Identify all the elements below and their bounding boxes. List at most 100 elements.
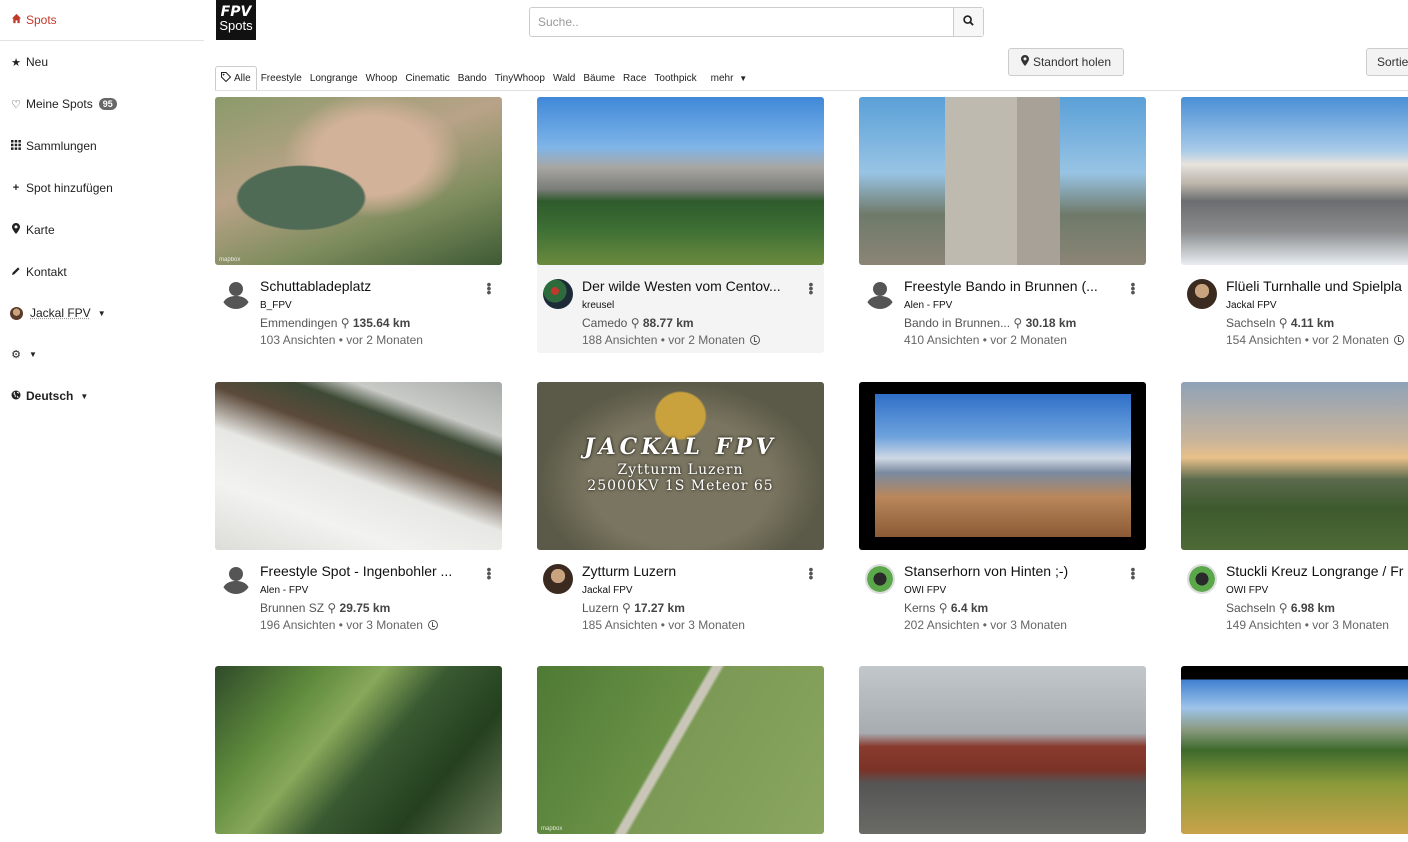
- spot-author[interactable]: Jackal FPV: [1226, 300, 1277, 311]
- tag-wald[interactable]: Wald: [549, 73, 579, 84]
- more-vertical-icon[interactable]: • • •: [483, 562, 495, 584]
- spot-card[interactable]: Stanserhorn von Hinten ;-) • • • OWI FPV K…: [859, 382, 1146, 638]
- spot-author[interactable]: kreusel: [582, 300, 614, 311]
- user-avatar[interactable]: [865, 564, 895, 594]
- spot-card[interactable]: Stuckli Kreuz Longrange / Fr OWI FPV Sac…: [1181, 382, 1408, 638]
- spot-thumbnail[interactable]: mapbox: [537, 666, 824, 834]
- spot-card[interactable]: [1181, 666, 1408, 842]
- sidebar-item-collections[interactable]: Sammlungen: [10, 139, 97, 153]
- spot-thumbnail[interactable]: JACKAL FPV Zytturm Luzern 25000KV 1S Met…: [537, 382, 824, 550]
- tag-race[interactable]: Race: [619, 73, 650, 84]
- user-avatar[interactable]: [543, 564, 573, 594]
- sidebar-item-label: Sammlungen: [26, 139, 97, 153]
- spot-author[interactable]: Alen - FPV: [904, 300, 952, 311]
- search-button[interactable]: [953, 8, 983, 36]
- spot-author[interactable]: OWI FPV: [1226, 585, 1268, 596]
- spot-title[interactable]: Freestyle Bando in Brunnen (...: [904, 278, 1109, 294]
- spot-title[interactable]: Freestyle Spot - Ingenbohler ...: [260, 563, 465, 579]
- spot-title[interactable]: Zytturm Luzern: [582, 563, 787, 579]
- tag-baeume[interactable]: Bäume: [579, 73, 619, 84]
- default-avatar-icon[interactable]: [221, 279, 251, 309]
- spot-card[interactable]: Freestyle Spot - Ingenbohler ... • • • Ale…: [215, 382, 502, 638]
- sidebar-item-contact[interactable]: Kontakt: [10, 265, 67, 279]
- sidebar-item-add-spot[interactable]: + Spot hinzufügen: [10, 181, 113, 195]
- map-pin-icon: ⚲: [630, 316, 640, 330]
- spot-card[interactable]: JACKAL FPV Zytturm Luzern 25000KV 1S Met…: [537, 382, 824, 638]
- pencil-icon: [10, 266, 22, 279]
- tag-toothpick[interactable]: Toothpick: [650, 73, 700, 84]
- sidebar-item-map[interactable]: Karte: [10, 223, 55, 237]
- tag-cinematic[interactable]: Cinematic: [401, 73, 453, 84]
- more-vertical-icon[interactable]: • • •: [1127, 562, 1139, 584]
- spot-card[interactable]: Flüeli Turnhalle und Spielpla Jackal FPV…: [1181, 97, 1408, 353]
- spot-card[interactable]: [215, 666, 502, 842]
- more-vertical-icon[interactable]: • • •: [805, 277, 817, 299]
- more-vertical-icon[interactable]: • • •: [1127, 277, 1139, 299]
- user-avatar[interactable]: [543, 279, 573, 309]
- map-pin-icon: ⚲: [1278, 601, 1288, 615]
- sidebar-item-language[interactable]: Deutsch ▼: [10, 389, 88, 403]
- tag-longrange[interactable]: Longrange: [306, 73, 362, 84]
- search-input[interactable]: [530, 8, 953, 36]
- tag-more-dropdown[interactable]: mehr ▼: [707, 73, 752, 84]
- spot-author[interactable]: Jackal FPV: [582, 585, 633, 596]
- spot-author[interactable]: B_FPV: [260, 300, 292, 311]
- spot-thumbnail[interactable]: [859, 382, 1146, 550]
- map-pin-icon: ⚲: [327, 601, 337, 615]
- tag-tinywhoop[interactable]: TinyWhoop: [491, 73, 549, 84]
- sort-button[interactable]: Sortie: [1366, 48, 1408, 76]
- get-location-button[interactable]: Standort holen: [1008, 48, 1124, 76]
- spot-title[interactable]: Stanserhorn von Hinten ;-): [904, 563, 1109, 579]
- spot-title[interactable]: Stuckli Kreuz Longrange / Fr: [1226, 563, 1408, 579]
- spot-author[interactable]: OWI FPV: [904, 585, 946, 596]
- spot-location: Luzern ⚲ 17.27 km: [582, 601, 685, 615]
- mapbox-logo: mapbox: [219, 257, 241, 263]
- user-avatar[interactable]: [1187, 564, 1217, 594]
- sidebar-item-settings[interactable]: ⚙ ▼: [10, 348, 37, 361]
- sidebar-item-my-spots[interactable]: ♡ Meine Spots 95: [10, 97, 117, 111]
- spot-thumbnail[interactable]: [215, 382, 502, 550]
- gear-icon: ⚙: [11, 349, 21, 361]
- overlay-subtitle: Zytturm Luzern: [617, 462, 744, 478]
- sidebar-item-new[interactable]: ★ Neu: [10, 55, 48, 69]
- fpv-spots-logo[interactable]: FPV Spots: [216, 0, 256, 40]
- sidebar-item-label: Karte: [26, 223, 55, 237]
- spot-thumbnail[interactable]: [537, 97, 824, 265]
- more-vertical-icon[interactable]: • • •: [805, 562, 817, 584]
- sidebar-item-label: Jackal FPV: [30, 306, 91, 320]
- spot-thumbnail[interactable]: [1181, 382, 1408, 550]
- spot-author[interactable]: Alen - FPV: [260, 585, 308, 596]
- more-vertical-icon[interactable]: • • •: [483, 277, 495, 299]
- default-avatar-icon[interactable]: [221, 564, 251, 594]
- overlay-caption: 25000KV 1S Meteor 65: [587, 478, 774, 494]
- heart-icon: ♡: [11, 98, 21, 111]
- tag-bando[interactable]: Bando: [454, 73, 491, 84]
- tag-freestyle[interactable]: Freestyle: [257, 73, 306, 84]
- spot-thumbnail[interactable]: mapbox: [215, 97, 502, 265]
- spot-thumbnail[interactable]: [859, 666, 1146, 834]
- plus-icon: +: [12, 182, 20, 194]
- spot-title[interactable]: Der wilde Westen vom Centov...: [582, 278, 787, 294]
- sidebar-item-spots[interactable]: Spots: [10, 13, 57, 27]
- tag-whoop[interactable]: Whoop: [362, 73, 402, 84]
- spot-card[interactable]: mapbox: [537, 666, 824, 842]
- spot-card[interactable]: [859, 666, 1146, 842]
- default-avatar-icon[interactable]: [865, 279, 895, 309]
- sidebar-item-user-menu[interactable]: Jackal FPV ▼: [10, 306, 106, 320]
- spot-thumbnail[interactable]: [215, 666, 502, 834]
- caret-down-icon: ▼: [29, 350, 37, 359]
- user-avatar: [10, 306, 23, 320]
- user-avatar[interactable]: [1187, 279, 1217, 309]
- globe-icon: [10, 390, 22, 403]
- spot-card[interactable]: Freestyle Bando in Brunnen (... • • • Alen…: [859, 97, 1146, 353]
- spot-thumbnail[interactable]: [859, 97, 1146, 265]
- spot-title[interactable]: Schuttabladeplatz: [260, 278, 465, 294]
- spot-card[interactable]: mapbox Schuttabladeplatz • • • B_FPV Emmen…: [215, 97, 502, 353]
- spot-thumbnail[interactable]: [1181, 97, 1408, 265]
- spot-views: 196 Ansichten • vor 3 Monaten: [260, 618, 439, 632]
- spot-thumbnail[interactable]: [1181, 666, 1408, 834]
- sidebar-item-label: Deutsch: [26, 389, 74, 403]
- spot-card[interactable]: Der wilde Westen vom Centov... • • • kreus…: [537, 97, 824, 353]
- spot-title[interactable]: Flüeli Turnhalle und Spielpla: [1226, 278, 1408, 294]
- tag-all[interactable]: Alle: [215, 66, 257, 91]
